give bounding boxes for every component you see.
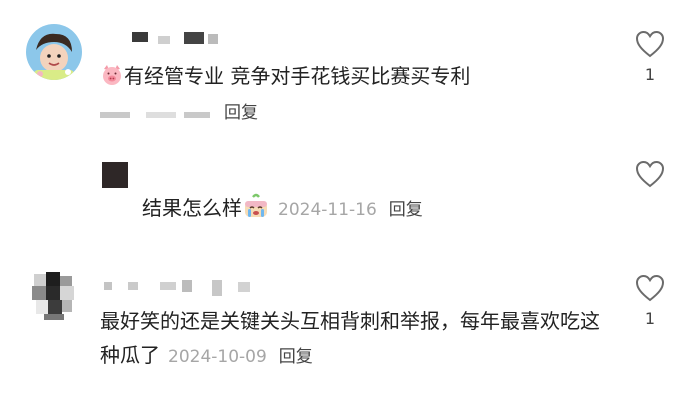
avatar[interactable] <box>102 162 128 188</box>
comment-line: 结果怎么样 2024-11-16 回复 <box>142 192 423 230</box>
comment-text: 结果怎么样 <box>142 196 242 220</box>
like-count: 1 <box>644 65 656 84</box>
pixelated-avatar-icon <box>32 272 74 320</box>
comment-text-partial-char: 有 <box>124 64 144 88</box>
heart-outline-icon <box>635 30 665 58</box>
like-button[interactable] <box>628 160 672 188</box>
like-button[interactable]: 1 <box>628 274 672 328</box>
reply-button[interactable]: 回复 <box>224 103 258 123</box>
comment-text: 有经管专业 竞争对手花钱买比赛买专利 <box>100 60 470 96</box>
obscured-username-icon <box>132 32 218 44</box>
pig-face-emoji <box>100 63 124 96</box>
reply-button[interactable]: 回复 <box>389 200 423 220</box>
username-obscured[interactable] <box>104 32 314 52</box>
heart-outline-icon <box>635 274 665 302</box>
comment-list: 有经管专业 竞争对手花钱买比赛买专利 回复 1 结果怎么样 2024-11-16… <box>0 0 692 400</box>
like-button[interactable]: 1 <box>628 30 672 84</box>
obscured-date-icon <box>100 112 210 118</box>
comment-body: 最好笑的还是关键关头互相背刺和举报，每年最喜欢吃这种瓜了 2024-10-09 回复 <box>100 304 600 374</box>
comment-date: 2024-11-16 <box>278 200 377 220</box>
comment-meta: 回复 <box>100 100 258 126</box>
avatar-photo-icon <box>26 24 82 80</box>
like-count: 1 <box>644 309 656 328</box>
avatar[interactable] <box>26 266 82 322</box>
comment-text-body: 经管专业 竞争对手花钱买比赛买专利 <box>144 64 471 88</box>
crying-cake-emoji <box>242 193 270 230</box>
obscured-username-icon <box>104 280 250 296</box>
heart-outline-icon <box>635 160 665 188</box>
username-obscured[interactable] <box>102 278 272 296</box>
reply-button[interactable]: 回复 <box>279 347 313 367</box>
avatar[interactable] <box>26 24 82 80</box>
comment-date: 2024-10-09 <box>168 347 267 367</box>
